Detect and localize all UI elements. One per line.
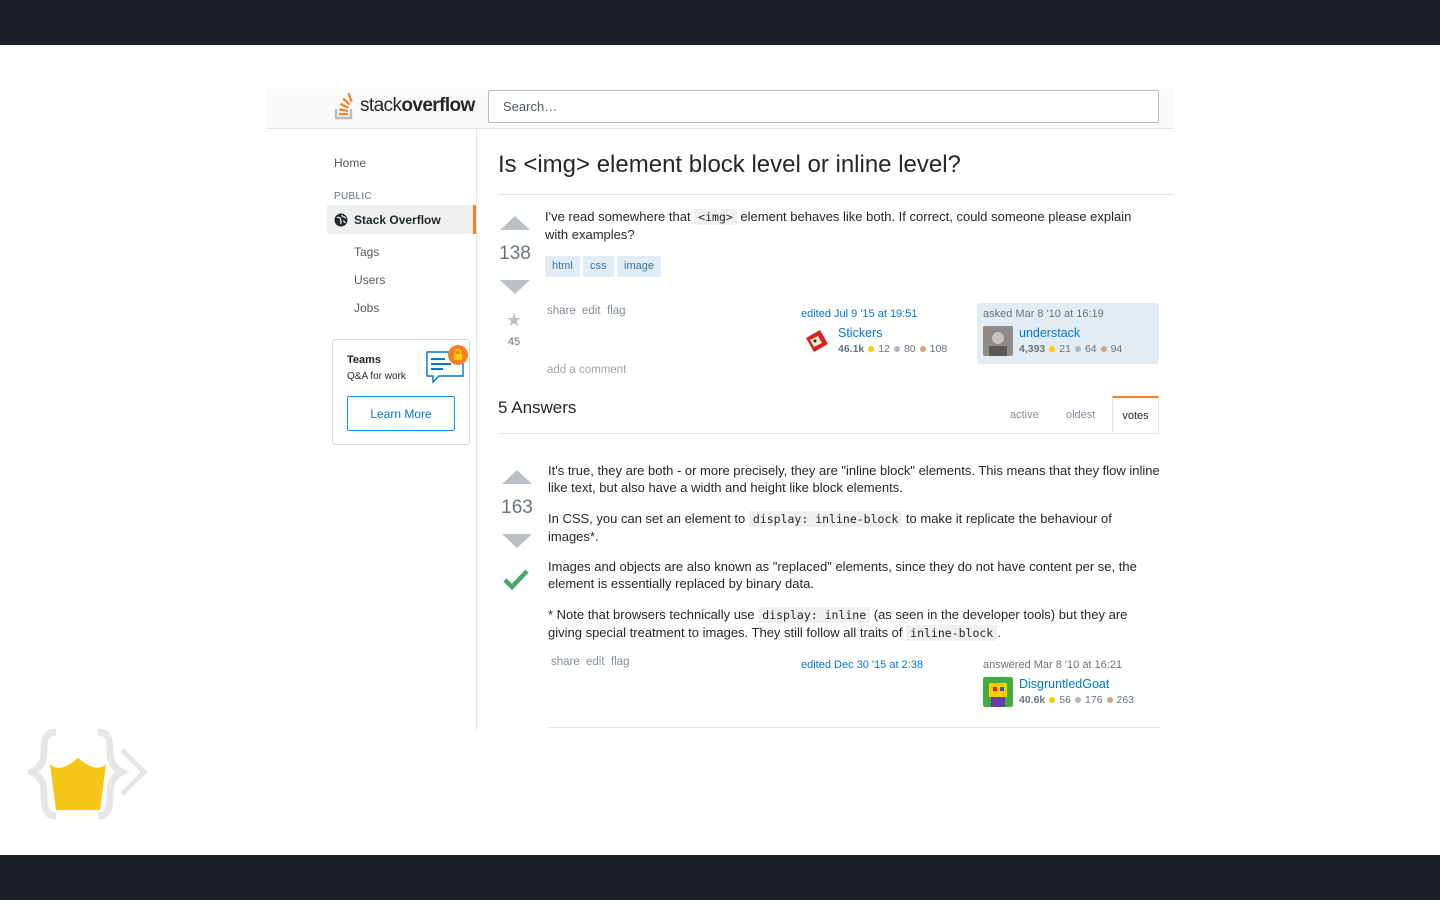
question-owner-card: asked Mar 8 '10 at 16:19 understack 4,39…: [977, 303, 1159, 364]
inline-code: display: inline-block: [748, 511, 903, 527]
answer-paragraph-3: Images and objects are also known as "re…: [548, 559, 1137, 591]
answered-timestamp: answered Mar 8 '10 at 16:21: [983, 659, 1123, 671]
question-upvote-button[interactable]: [500, 216, 530, 230]
answer-downvote-button[interactable]: [502, 534, 532, 548]
question-share-link[interactable]: share: [547, 305, 576, 317]
bronze-badge-icon: [919, 346, 926, 352]
search-input[interactable]: Search…: [488, 90, 1159, 123]
answer-vote-count: 163: [501, 497, 533, 518]
bronze-badge-icon: [1106, 697, 1113, 703]
editor-avatar[interactable]: [802, 326, 832, 356]
answer-author-reputation: 40.6k 56 176 263: [1019, 694, 1135, 706]
globe-icon: [334, 213, 348, 226]
silver-badge-icon: [1074, 697, 1081, 703]
answer-upvote-button[interactable]: [502, 470, 532, 484]
silver-badge-icon: [893, 346, 900, 352]
question-title[interactable]: Is <img> element block level or inline l…: [498, 151, 961, 179]
sort-tab-oldest[interactable]: oldest: [1066, 409, 1095, 421]
logo-wordmark: stackoverflow: [360, 95, 475, 116]
teams-promo: Teams Q&A for work Learn More: [332, 339, 470, 445]
disgruntledgoat-avatar-icon: [983, 677, 1013, 707]
answer-edit-link[interactable]: edit: [586, 656, 605, 668]
tag-image[interactable]: image: [617, 256, 661, 277]
answers-count: 5 Answers: [498, 398, 577, 417]
answer-author-avatar[interactable]: [983, 677, 1013, 707]
learn-more-button[interactable]: Learn More: [347, 396, 455, 431]
tag-html[interactable]: html: [545, 256, 580, 277]
stickers-avatar-icon: [802, 326, 832, 356]
teams-title: Teams: [347, 354, 382, 366]
course-brand-logo-icon: [28, 728, 148, 820]
gold-badge-icon: [868, 346, 875, 352]
sort-tab-votes[interactable]: votes: [1112, 396, 1159, 434]
teams-chat-lock-icon: [426, 345, 468, 384]
answer-share-link[interactable]: share: [551, 656, 580, 668]
owner-name[interactable]: understack: [1019, 326, 1080, 340]
question-edit-link[interactable]: edit: [582, 305, 601, 317]
nav-home[interactable]: Home: [334, 156, 366, 170]
favorite-star-icon[interactable]: ★: [504, 310, 524, 331]
nav-jobs[interactable]: Jobs: [354, 301, 379, 315]
answer-paragraph-2: In CSS, you can set an element to displa…: [548, 511, 1112, 544]
understack-avatar-icon: [983, 326, 1013, 356]
teams-subtitle: Q&A for work: [347, 371, 406, 382]
owner-avatar[interactable]: [983, 326, 1013, 356]
inline-code: display: inline: [758, 607, 871, 623]
stack-logo-icon: [334, 92, 353, 120]
editor-name[interactable]: Stickers: [838, 326, 882, 340]
question-body: I've read somewhere that <img> element b…: [545, 209, 1132, 242]
sort-tab-active[interactable]: active: [1010, 409, 1039, 421]
nav-stack-overflow[interactable]: Stack Overflow: [327, 205, 476, 234]
question-vote-count: 138: [499, 243, 531, 264]
answer-paragraph-1: It's true, they are both - or more preci…: [548, 463, 1160, 495]
question-downvote-button[interactable]: [500, 280, 530, 294]
title-divider: [498, 194, 1174, 195]
nav-tags[interactable]: Tags: [354, 245, 379, 259]
nav-public-label: PUBLIC: [334, 191, 372, 202]
nav-users[interactable]: Users: [354, 273, 385, 287]
answer-edited-link[interactable]: edited Dec 30 '15 at 2:38: [801, 659, 923, 671]
answer-flag-link[interactable]: flag: [611, 656, 630, 668]
answer-paragraph-4: * Note that browsers technically use dis…: [548, 607, 1128, 641]
editor-reputation: 46.1k 12 80 108: [838, 343, 948, 355]
answers-divider: [498, 433, 1159, 434]
answer-divider: [548, 727, 1159, 728]
add-comment-link[interactable]: add a comment: [547, 364, 626, 376]
bronze-badge-icon: [1100, 346, 1107, 352]
tag-css[interactable]: css: [583, 256, 614, 277]
inline-code: <img>: [694, 209, 737, 225]
favorite-count: 45: [507, 336, 521, 348]
inline-code: inline-block: [906, 625, 998, 641]
gold-badge-icon: [1049, 697, 1056, 703]
owner-reputation: 4,393 21 64 94: [1019, 343, 1123, 355]
left-sidebar: Home PUBLIC Stack Overflow Tags Users Jo…: [266, 129, 477, 731]
answer-author-name[interactable]: DisgruntledGoat: [1019, 677, 1109, 691]
video-letterbox-bottom: [0, 855, 1440, 900]
video-frame: stackoverflow Search… Home PUBLIC Stack …: [0, 45, 1440, 855]
silver-badge-icon: [1074, 346, 1081, 352]
question-flag-link[interactable]: flag: [607, 305, 626, 317]
site-header: stackoverflow Search…: [266, 89, 1174, 129]
asked-timestamp: asked Mar 8 '10 at 16:19: [983, 308, 1104, 320]
gold-badge-icon: [1049, 346, 1056, 352]
question-edited-link[interactable]: edited Jul 9 '15 at 19:51: [801, 308, 917, 320]
stackoverflow-logo[interactable]: stackoverflow: [334, 91, 475, 121]
accepted-checkmark-icon: [503, 569, 529, 591]
video-letterbox-top: [0, 0, 1440, 45]
nav-stack-overflow-label: Stack Overflow: [354, 212, 441, 227]
